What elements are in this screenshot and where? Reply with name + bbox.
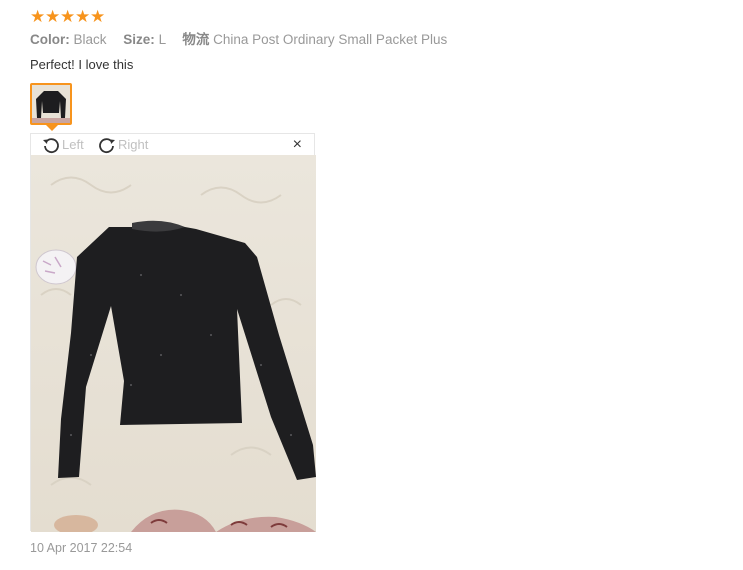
star-icon: ★ — [45, 7, 61, 26]
review-photo-image — [31, 155, 316, 532]
thumbnail-pointer — [46, 125, 58, 131]
review-date: 10 Apr 2017 22:54 — [30, 541, 133, 555]
shipping-attribute: 物流 China Post Ordinary Small Packet Plus — [182, 32, 447, 47]
rotate-left-label: Left — [62, 137, 84, 152]
star-icon: ★ — [60, 7, 76, 26]
close-icon[interactable]: × — [293, 137, 302, 153]
star-icon: ★ — [30, 7, 46, 26]
photo-viewer: Left Right × — [30, 133, 316, 532]
viewer-toolbar: Left Right × — [31, 134, 314, 155]
size-value: L — [158, 32, 166, 47]
review-attributes: Color: Black Size: L 物流 China Post Ordin… — [30, 31, 730, 49]
rotate-right-button[interactable]: Right — [97, 135, 148, 155]
size-attribute: Size: L — [123, 32, 169, 47]
star-icon: ★ — [75, 7, 91, 26]
rotate-left-icon — [43, 138, 59, 154]
review-photo — [31, 155, 316, 532]
review-item: ★ ★ ★ ★ ★ Color: Black Size: L 物流 China … — [30, 8, 730, 74]
star-icon: ★ — [90, 7, 106, 26]
review-text: Perfect! I love this — [30, 57, 134, 72]
color-label: Color: — [30, 32, 70, 47]
review-thumbnails — [30, 83, 72, 131]
rotate-right-label: Right — [118, 137, 149, 152]
color-attribute: Color: Black — [30, 32, 110, 47]
color-value: Black — [73, 32, 107, 47]
star-rating: ★ ★ ★ ★ ★ — [30, 8, 730, 26]
size-label: Size: — [123, 32, 155, 47]
shipping-label: 物流 — [182, 32, 210, 47]
shipping-value: China Post Ordinary Small Packet Plus — [213, 32, 448, 47]
thumbnail-image — [32, 85, 70, 123]
rotate-left-button[interactable]: Left — [41, 135, 84, 155]
rotate-right-icon — [99, 138, 115, 154]
review-photo-thumbnail[interactable] — [30, 83, 72, 125]
